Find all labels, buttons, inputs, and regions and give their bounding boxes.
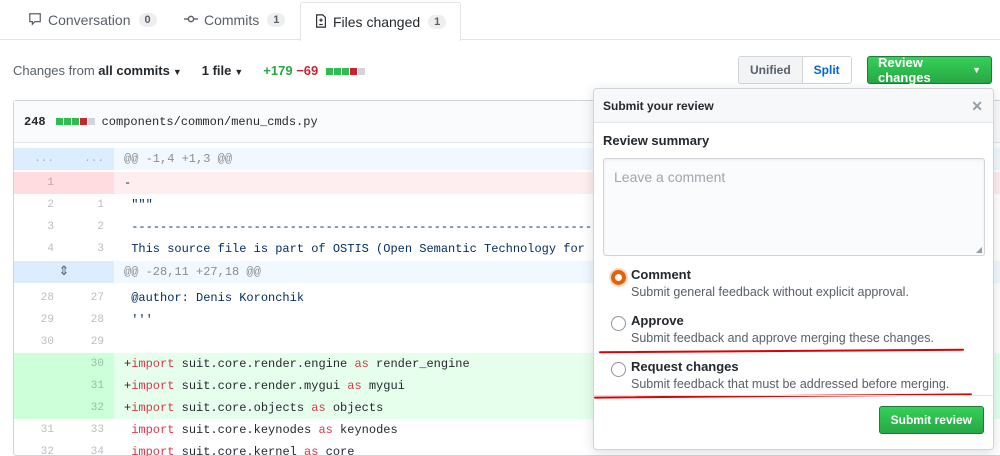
- hunk-text: @@ -1,4 +1,3 @@: [124, 152, 233, 166]
- tab-count: 1: [428, 15, 447, 29]
- line-number-new[interactable]: [64, 172, 114, 194]
- option-title: Comment: [631, 267, 691, 282]
- popover-header: Submit your review ✕: [594, 89, 993, 123]
- diffstat: +179 −69: [263, 63, 366, 78]
- tab-count: 0: [138, 13, 157, 27]
- line-number-new[interactable]: ...: [64, 148, 114, 170]
- radio-comment[interactable]: [611, 270, 626, 285]
- line-number-old[interactable]: 32: [14, 441, 64, 456]
- review-changes-button[interactable]: Review changes ▼: [867, 55, 992, 85]
- code-line: import suit.core.kernel as core: [131, 445, 355, 456]
- file-path[interactable]: components/common/menu_cmds.py: [102, 115, 318, 129]
- option-title: Request changes: [631, 359, 739, 374]
- file-filter-select[interactable]: 1 file ▼: [202, 63, 244, 78]
- line-number-old[interactable]: 1: [14, 172, 64, 194]
- tab-count: 1: [267, 13, 286, 27]
- unified-button[interactable]: Unified: [739, 57, 803, 83]
- tab-conversation[interactable]: Conversation 0: [28, 0, 157, 40]
- code-line: +import suit.core.render.mygui as mygui: [124, 379, 405, 393]
- review-popover: Submit your review ✕ Review summary Leav…: [593, 88, 994, 450]
- code-line: ''': [124, 313, 153, 327]
- option-title: Approve: [631, 313, 684, 328]
- submit-review-button[interactable]: Submit review: [878, 406, 984, 434]
- code-line: +import suit.core.render.engine as rende…: [124, 357, 470, 371]
- diffstat-blocks: [325, 67, 366, 75]
- line-number-old[interactable]: 29: [14, 309, 64, 331]
- line-number-new[interactable]: 33: [64, 419, 114, 441]
- code-line: """: [124, 198, 153, 212]
- line-number-old[interactable]: 31: [14, 419, 64, 441]
- resize-handle-icon[interactable]: ◢: [976, 245, 982, 254]
- chevron-down-icon: ▼: [972, 65, 981, 75]
- line-number-old[interactable]: ...: [14, 148, 64, 170]
- option-description: Submit feedback and approve merging thes…: [631, 331, 934, 345]
- hunk-text: @@ -28,11 +27,18 @@: [124, 265, 261, 279]
- tab-label: Files changed: [333, 14, 421, 30]
- file-change-count: 248: [24, 114, 46, 129]
- comment-icon: [28, 12, 42, 29]
- code-line: -: [124, 176, 132, 190]
- deletions-count: −69: [296, 62, 319, 78]
- line-number-old[interactable]: [14, 375, 64, 397]
- option-description: Submit general feedback without explicit…: [631, 285, 909, 299]
- line-number-old[interactable]: 3: [14, 216, 64, 238]
- tab-files-changed[interactable]: Files changed 1: [300, 2, 462, 41]
- diffstat-blocks: [55, 118, 96, 125]
- commit-range-select[interactable]: Changes from all commits ▼: [13, 63, 182, 78]
- tab-label: Commits: [204, 12, 260, 28]
- split-button[interactable]: Split: [802, 57, 851, 83]
- line-number-old[interactable]: 4: [14, 238, 64, 260]
- radio-approve[interactable]: [611, 316, 626, 331]
- line-number-old[interactable]: [14, 397, 64, 419]
- line-number-old[interactable]: 2: [14, 194, 64, 216]
- line-number-new[interactable]: 2: [64, 216, 114, 238]
- popover-footer: Submit review: [594, 395, 993, 449]
- chevron-down-icon: ▼: [172, 66, 182, 77]
- commit-icon: [184, 12, 198, 29]
- popover-title: Submit your review: [603, 98, 714, 113]
- line-number-new[interactable]: 32: [64, 397, 114, 419]
- code-line: import suit.core.keynodes as keynodes: [131, 423, 398, 437]
- line-number-new[interactable]: 3: [64, 238, 114, 260]
- line-number-new[interactable]: 29: [64, 331, 114, 353]
- diff-toolbar: Changes from all commits ▼ 1 file ▼ +179 −…: [13, 55, 992, 85]
- additions-count: +179: [263, 62, 293, 78]
- line-number-old[interactable]: 30: [14, 331, 64, 353]
- line-number-old[interactable]: 28: [14, 287, 64, 309]
- close-icon[interactable]: ✕: [971, 98, 983, 115]
- radio-request-changes[interactable]: [611, 362, 626, 377]
- option-description: Submit feedback that must be addressed b…: [631, 377, 950, 391]
- chevron-down-icon: ▼: [234, 66, 244, 77]
- file-diff-icon: [315, 13, 327, 31]
- diff-view-toggle: Unified Split: [738, 56, 852, 84]
- code-line: This source file is part of OSTIS (Open …: [124, 242, 607, 256]
- review-comment-textarea[interactable]: Leave a comment ◢: [603, 158, 985, 256]
- annotation-underline: [598, 348, 965, 354]
- line-number-old[interactable]: [14, 353, 64, 375]
- line-number-new[interactable]: 31: [64, 375, 114, 397]
- code-line: @author: Denis Koronchik: [124, 291, 305, 305]
- line-number-new[interactable]: 28: [64, 309, 114, 331]
- line-number-new[interactable]: 34: [64, 441, 114, 456]
- line-number-new[interactable]: 30: [64, 353, 114, 375]
- line-number-new[interactable]: 1: [64, 194, 114, 216]
- pr-tabs: Conversation 0 Commits 1 Files changed 1: [0, 0, 1000, 41]
- code-line: +import suit.core.objects as objects: [124, 401, 384, 415]
- tab-label: Conversation: [48, 12, 131, 28]
- line-number-new[interactable]: 27: [64, 287, 114, 309]
- tab-commits[interactable]: Commits 1: [184, 0, 286, 40]
- expand-icon[interactable]: ⇕: [14, 261, 114, 283]
- review-summary-label: Review summary: [603, 133, 710, 148]
- textarea-placeholder: Leave a comment: [614, 169, 726, 185]
